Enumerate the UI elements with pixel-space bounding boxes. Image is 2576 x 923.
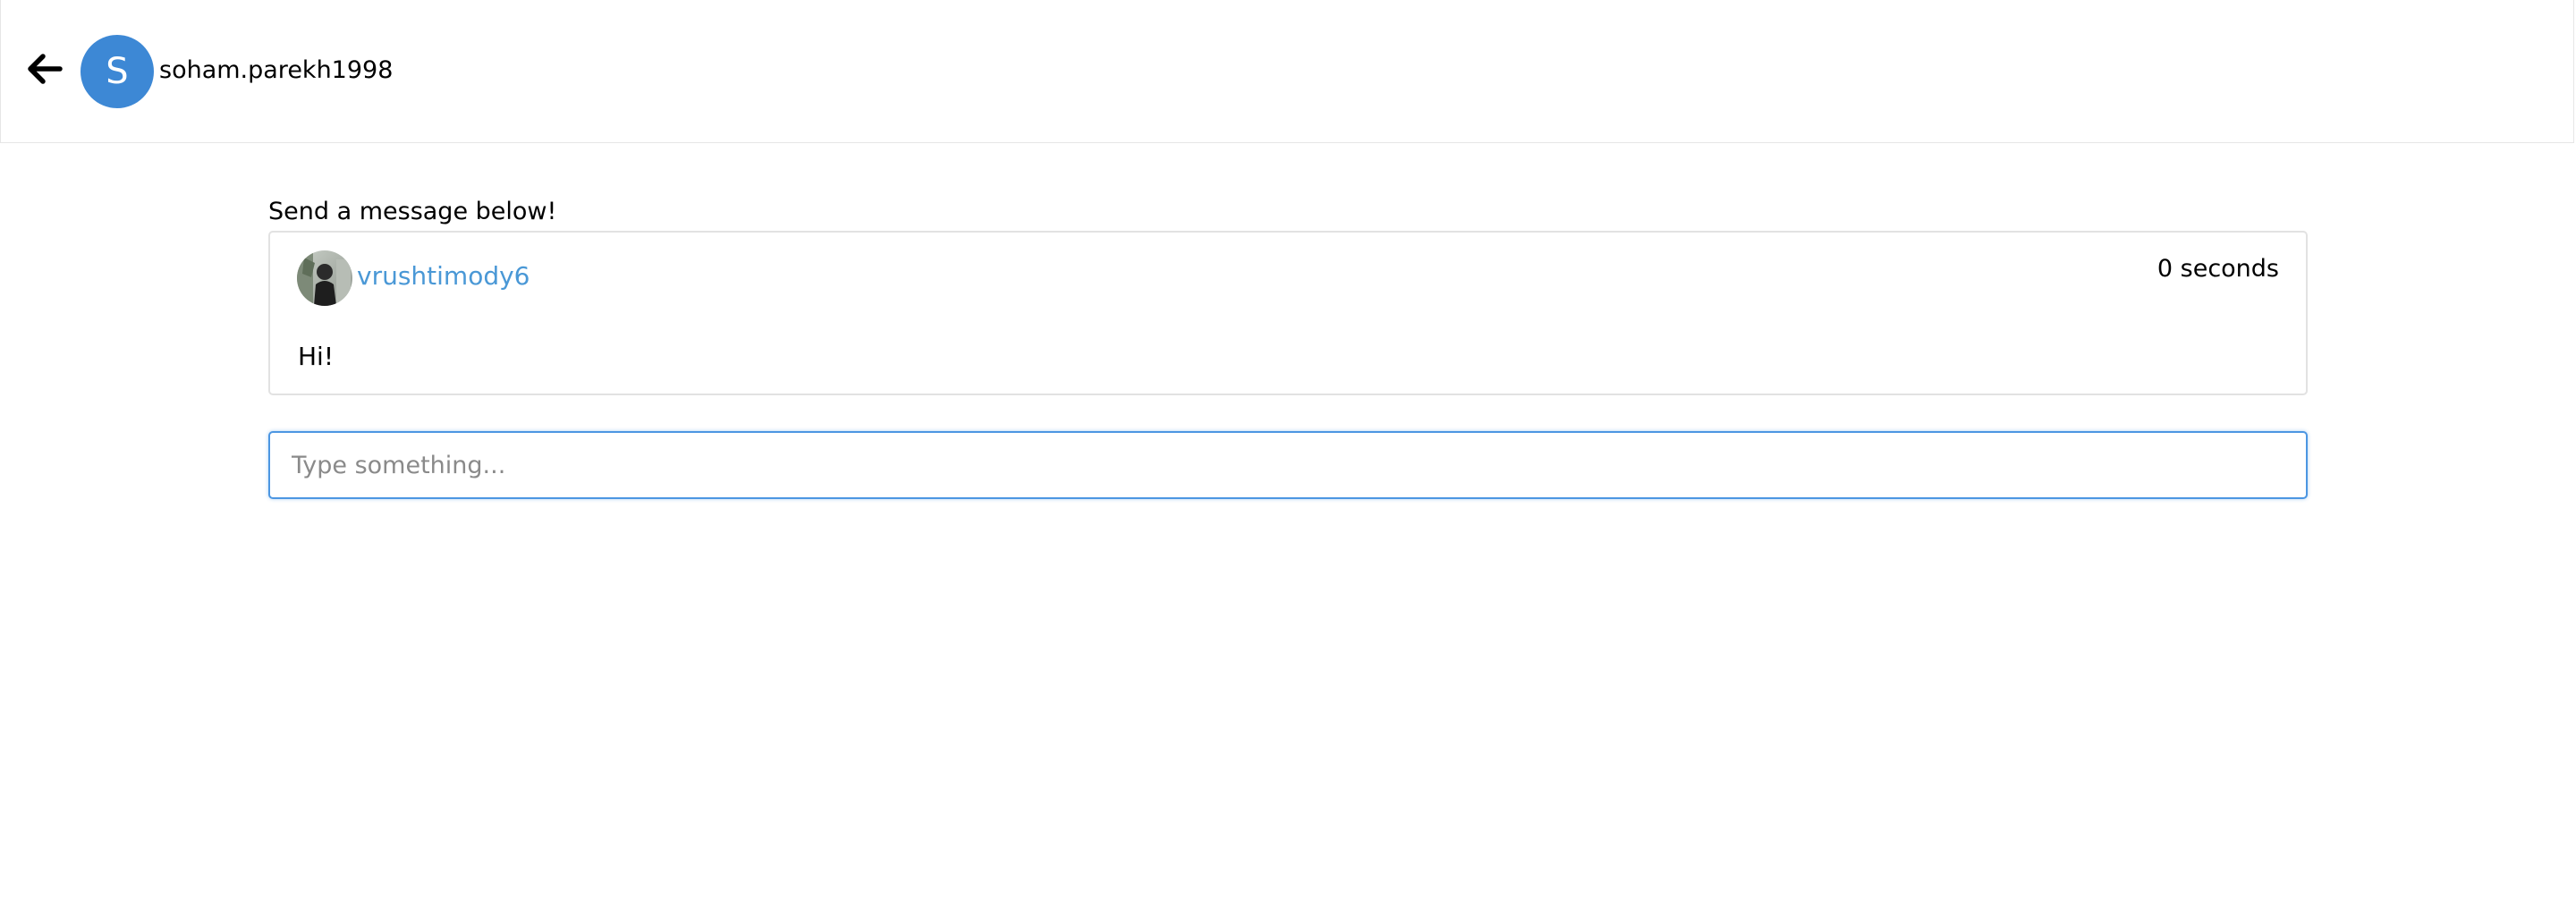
message-input[interactable] <box>268 431 2308 499</box>
message-text: Hi! <box>298 342 335 371</box>
message-timestamp: 0 seconds <box>2157 255 2279 283</box>
recipient-avatar[interactable]: S <box>80 35 154 108</box>
back-button[interactable] <box>24 48 65 89</box>
message-input-wrapper <box>268 431 2308 499</box>
sender-avatar[interactable] <box>297 250 352 306</box>
recipient-username[interactable]: soham.parekh1998 <box>159 54 393 88</box>
send-message-prompt: Send a message below! <box>268 198 557 225</box>
message-item: vrushtimody6 0 seconds Hi! <box>268 231 2308 395</box>
arrow-left-icon <box>24 48 65 89</box>
sender-username-link[interactable]: vrushtimody6 <box>357 259 530 293</box>
chat-header: S soham.parekh1998 <box>0 0 2574 143</box>
